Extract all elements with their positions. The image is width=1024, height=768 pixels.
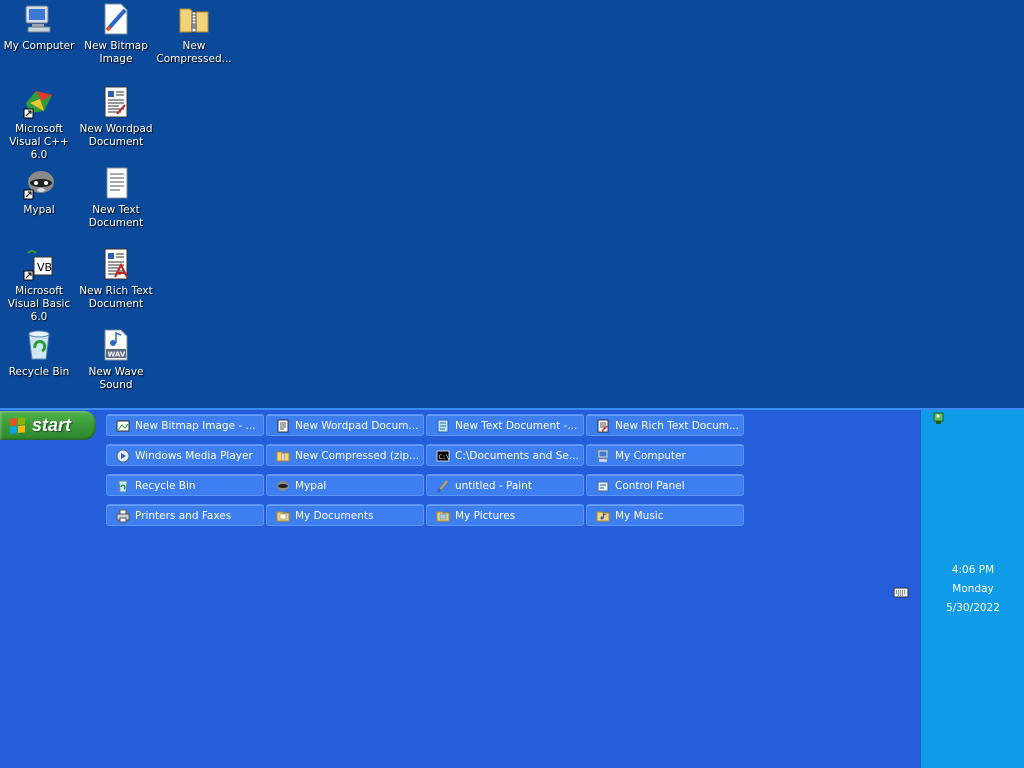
taskbar-button-printers-and-faxes[interactable]: Printers and Faxes bbox=[106, 504, 264, 526]
taskbar-button-label: Control Panel bbox=[615, 480, 685, 492]
folder-icon bbox=[596, 509, 610, 523]
folder-icon bbox=[276, 509, 290, 523]
taskbar-button-label: New Wordpad Docum... bbox=[295, 420, 419, 432]
taskbar-button-label: C:\Documents and Se... bbox=[455, 450, 579, 462]
desktop-icon-label: Mypal bbox=[23, 204, 55, 216]
wordpad-icon bbox=[596, 419, 610, 433]
taskbar-button-command-prompt[interactable]: C:\ C:\Documents and Se... bbox=[426, 444, 584, 466]
bitmap-icon bbox=[99, 2, 133, 36]
desktop-icon-visual-basic[interactable]: VB Microsoft Visual Basic 6.0 bbox=[0, 247, 78, 324]
taskbar-button-label: Recycle Bin bbox=[135, 480, 196, 492]
taskbar-button-mypal[interactable]: Mypal bbox=[266, 474, 424, 496]
zip-folder-icon bbox=[177, 2, 211, 36]
taskbar-button-label: My Computer bbox=[615, 450, 686, 462]
desktop-icon-new-compressed[interactable]: New Compressed... bbox=[155, 2, 233, 66]
taskbar: start New Bitmap Image - ... New Wordpad… bbox=[0, 408, 1024, 768]
recycle-bin-icon bbox=[116, 479, 130, 493]
desktop-icon-label: New Text Document bbox=[88, 204, 144, 229]
taskbar-button-label: New Text Document -... bbox=[455, 420, 578, 432]
folder-icon bbox=[436, 509, 450, 523]
taskbar-button-recycle-bin[interactable]: Recycle Bin bbox=[106, 474, 264, 496]
windows-flag-icon bbox=[10, 416, 26, 435]
zip-folder-icon bbox=[276, 449, 290, 463]
start-button[interactable]: start bbox=[0, 411, 96, 440]
media-player-icon bbox=[116, 449, 130, 463]
taskbar-button-control-panel[interactable]: Control Panel bbox=[586, 474, 744, 496]
my-computer-icon bbox=[22, 2, 56, 36]
taskbar-button-label: My Pictures bbox=[455, 510, 516, 522]
wordpad-icon bbox=[99, 85, 133, 119]
taskbar-button-label: Windows Media Player bbox=[135, 450, 253, 462]
desktop-icon-label: New Compressed... bbox=[156, 40, 232, 65]
network-icon[interactable] bbox=[931, 410, 947, 426]
wordpad-icon bbox=[276, 419, 290, 433]
desktop-icon-label: Microsoft Visual Basic 6.0 bbox=[7, 285, 71, 323]
text-document-icon bbox=[99, 166, 133, 200]
taskbar-button-new-compressed[interactable]: New Compressed (zip... bbox=[266, 444, 424, 466]
taskbar-button-my-music[interactable]: My Music bbox=[586, 504, 744, 526]
taskbar-button-my-documents[interactable]: My Documents bbox=[266, 504, 424, 526]
svg-text:VB: VB bbox=[37, 261, 52, 274]
taskbar-button-new-rich-text[interactable]: New Rich Text Docum... bbox=[586, 414, 744, 436]
desktop-icon-new-rich-text[interactable]: New Rich Text Document bbox=[77, 247, 155, 311]
printer-icon bbox=[116, 509, 130, 523]
taskbar-button-label: New Bitmap Image - ... bbox=[135, 420, 256, 432]
wave-sound-icon: WAV bbox=[99, 328, 133, 362]
desktop-icon-label: New Wordpad Document bbox=[79, 123, 153, 148]
my-computer-icon bbox=[596, 449, 610, 463]
desktop-icon-label: My Computer bbox=[3, 40, 75, 52]
taskbar-button-windows-media-player[interactable]: Windows Media Player bbox=[106, 444, 264, 466]
system-tray: 4:06 PM Monday 5/30/2022 bbox=[920, 410, 1024, 768]
keyboard-icon[interactable] bbox=[893, 584, 909, 598]
desktop-icon-new-bitmap[interactable]: New Bitmap Image bbox=[77, 2, 155, 66]
desktop-icon-label: New Wave Sound bbox=[88, 366, 144, 391]
rich-text-icon bbox=[99, 247, 133, 281]
taskbar-button-label: My Music bbox=[615, 510, 664, 522]
control-panel-icon bbox=[596, 479, 610, 493]
taskbar-button-new-bitmap[interactable]: New Bitmap Image - ... bbox=[106, 414, 264, 436]
taskbar-button-my-computer[interactable]: My Computer bbox=[586, 444, 744, 466]
clock-date: 5/30/2022 bbox=[946, 602, 1000, 614]
desktop-icon-recycle-bin[interactable]: Recycle Bin bbox=[0, 328, 78, 379]
taskbar-button-untitled-paint[interactable]: untitled - Paint bbox=[426, 474, 584, 496]
desktop-icon-new-wordpad[interactable]: New Wordpad Document bbox=[77, 85, 155, 149]
desktop-icon-label: Recycle Bin bbox=[8, 366, 70, 378]
desktop-icon-new-wave-sound[interactable]: WAV New Wave Sound bbox=[77, 328, 155, 392]
cmd-icon: C:\ bbox=[436, 449, 450, 463]
taskbar-button-new-wordpad[interactable]: New Wordpad Docum... bbox=[266, 414, 424, 436]
taskbar-button-label: Mypal bbox=[295, 480, 327, 492]
desktop-icon-new-text[interactable]: New Text Document bbox=[77, 166, 155, 230]
taskbar-button-label: untitled - Paint bbox=[455, 480, 532, 492]
clock-time[interactable]: 4:06 PM bbox=[921, 564, 1024, 576]
recycle-bin-icon bbox=[22, 328, 56, 362]
taskbar-button-label: My Documents bbox=[295, 510, 374, 522]
taskbar-button-my-pictures[interactable]: My Pictures bbox=[426, 504, 584, 526]
visual-cpp-icon bbox=[22, 85, 56, 119]
mypal-icon bbox=[22, 166, 56, 200]
desktop-icon-my-computer[interactable]: My Computer bbox=[0, 2, 78, 53]
clock-day: Monday bbox=[952, 583, 994, 595]
visual-basic-icon: VB bbox=[22, 247, 56, 281]
mypal-icon bbox=[276, 479, 290, 493]
taskbar-button-label: New Compressed (zip... bbox=[295, 450, 420, 462]
svg-text:C:\: C:\ bbox=[439, 454, 450, 461]
paint-brush-icon bbox=[436, 479, 450, 493]
desktop-icon-visual-cpp[interactable]: Microsoft Visual C++ 6.0 bbox=[0, 85, 78, 162]
notepad-icon bbox=[436, 419, 450, 433]
svg-text:WAV: WAV bbox=[108, 351, 126, 359]
desktop: My Computer Microsoft Visual C++ 6.0 Myp… bbox=[0, 0, 1024, 408]
taskbar-button-new-text[interactable]: New Text Document -... bbox=[426, 414, 584, 436]
taskbar-button-label: New Rich Text Docum... bbox=[615, 420, 739, 432]
desktop-icon-label: New Rich Text Document bbox=[79, 285, 153, 310]
desktop-icon-mypal[interactable]: Mypal bbox=[0, 166, 78, 217]
taskbar-button-label: Printers and Faxes bbox=[135, 510, 232, 522]
paint-icon bbox=[116, 419, 130, 433]
start-label: start bbox=[32, 415, 72, 435]
desktop-icon-label: Microsoft Visual C++ 6.0 bbox=[9, 123, 69, 161]
desktop-icon-label: New Bitmap Image bbox=[84, 40, 148, 65]
